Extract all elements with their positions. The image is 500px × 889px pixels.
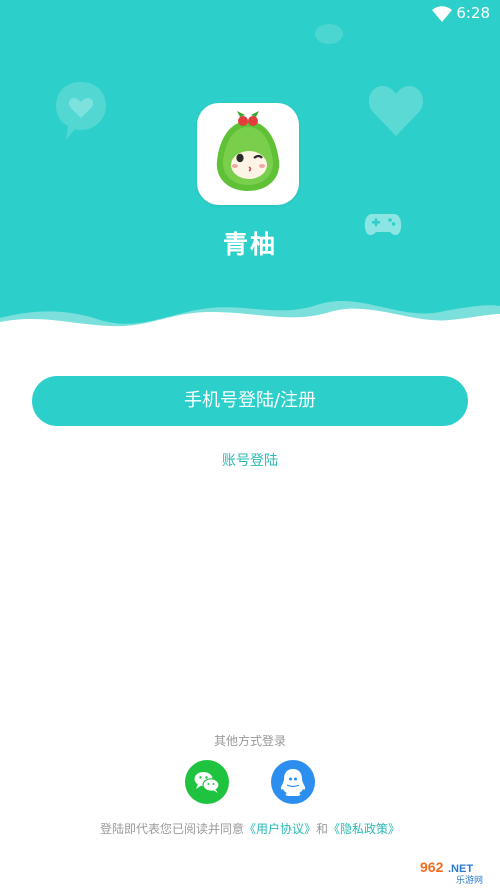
green-fruit-mascot-icon (216, 111, 280, 191)
agreement-text: 登陆即代表您已阅读并同意《用户协议》和《隐私政策》 (0, 820, 500, 837)
wechat-icon (194, 772, 220, 793)
wifi-icon (432, 6, 452, 22)
phone-login-register-button[interactable]: 手机号登陆/注册 (32, 376, 468, 426)
watermark-text-top: 962 (420, 859, 444, 875)
status-time: 6:28 (456, 4, 490, 22)
status-bar: 6:28 (0, 0, 500, 28)
account-login-link[interactable]: 账号登陆 (0, 450, 500, 470)
qq-login-button[interactable] (271, 760, 315, 804)
agreement-prefix: 登陆即代表您已阅读并同意 (99, 822, 244, 836)
watermark-text-top-suffix: .NET (448, 863, 473, 875)
qq-icon (280, 769, 306, 796)
other-login-methods-label: 其他方式登录 (213, 734, 286, 748)
heart-bubble-icon (56, 82, 106, 140)
app-logo (197, 103, 299, 205)
wave-divider (0, 300, 500, 360)
app-name: 青柚 (222, 230, 277, 259)
privacy-policy-link[interactable]: 《隐私政策》 (328, 822, 400, 836)
agreement-conjunction: 和 (316, 822, 329, 836)
watermark-logo: 962 .NET 乐游网 (420, 859, 483, 884)
wechat-login-button[interactable] (185, 760, 229, 804)
cloud-icon (315, 24, 343, 44)
heart-icon (368, 86, 424, 136)
watermark-text-bottom: 乐游网 (456, 874, 483, 884)
user-agreement-link[interactable]: 《用户协议》 (244, 822, 316, 836)
